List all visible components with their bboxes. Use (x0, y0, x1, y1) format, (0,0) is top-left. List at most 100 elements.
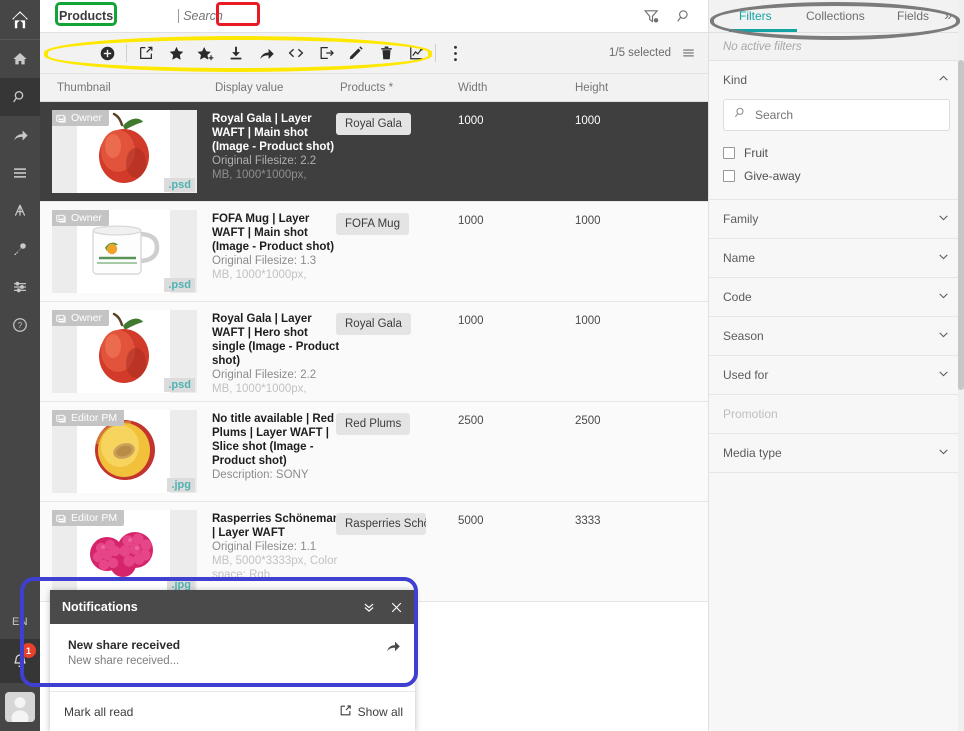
filter-option[interactable]: Fruit (723, 141, 950, 164)
column-header-display[interactable]: Display value (215, 82, 283, 94)
table-row[interactable]: Owner .psd FOFA Mug | Layer WAFT | Main … (40, 202, 708, 302)
show-all-button[interactable]: Show all (339, 704, 403, 720)
sidebar-item-search[interactable] (0, 78, 40, 116)
thumbnail-cell[interactable]: Owner .psd (52, 310, 197, 393)
more-options-button[interactable] (440, 33, 470, 74)
chevron-down-icon[interactable] (937, 211, 950, 227)
thumbnail-image: Editor PM .jpg (52, 510, 197, 593)
sidebar-item-hierarchy[interactable] (0, 192, 40, 230)
filter-group-code[interactable]: Code (709, 278, 964, 317)
user-avatar-wrapper[interactable] (0, 683, 40, 731)
panel-scrollbar-thumb[interactable] (958, 60, 964, 390)
favorite-button[interactable] (161, 33, 191, 74)
thumbnail-artwork (79, 218, 171, 285)
download-button[interactable] (221, 33, 251, 74)
chevron-down-icon[interactable] (937, 445, 950, 461)
sidebar-item-permissions[interactable] (0, 230, 40, 268)
filter-group-header[interactable]: Media type (723, 434, 950, 472)
column-header-width[interactable]: Width (458, 82, 487, 94)
notification-item[interactable]: New share received New share received... (50, 624, 415, 692)
display-value-detail: MB, 5000*3333px, Color space: Rgb (212, 555, 338, 581)
tab-filters[interactable]: Filters (739, 9, 772, 23)
sidebar-item-settings[interactable] (0, 268, 40, 306)
chevron-down-icon[interactable] (937, 289, 950, 305)
filter-group-label: Code (723, 290, 752, 304)
table-row[interactable]: Editor PM .jpg No title available | Red … (40, 402, 708, 502)
edit-button[interactable] (341, 33, 371, 74)
breadcrumb[interactable]: Products (59, 9, 113, 23)
mark-all-read-button[interactable]: Mark all read (64, 705, 339, 719)
panel-scrollbar-track[interactable] (958, 0, 964, 731)
display-value-subtitle: Description: SONY (212, 469, 309, 481)
filter-group-header[interactable]: Family (723, 200, 950, 238)
open-external-button[interactable] (131, 33, 161, 74)
thumbnail-cell[interactable]: Editor PM .jpg (52, 510, 197, 593)
tab-fields[interactable]: Fields (897, 9, 929, 23)
sidebar-item-help[interactable]: ? (0, 306, 40, 344)
filter-group-header[interactable]: Name (723, 239, 950, 277)
app-logo[interactable] (0, 0, 40, 40)
embed-code-button[interactable] (281, 33, 311, 74)
sidebar-item-home[interactable] (0, 40, 40, 78)
filter-group-promotion: Promotion (709, 395, 964, 434)
table-row[interactable]: Owner .psd Royal Gala | Layer WAFT | Her… (40, 302, 708, 402)
filter-group-header[interactable]: Used for (723, 356, 950, 394)
statistics-button[interactable] (401, 33, 431, 74)
display-value-cell: Rasperries Schöneman | Layer WAFT Origin… (212, 512, 342, 582)
column-header-height[interactable]: Height (575, 82, 608, 94)
share-button[interactable] (251, 33, 281, 74)
list-view-icon[interactable] (681, 46, 696, 60)
thumbnail-cell[interactable]: Editor PM .jpg (52, 410, 197, 493)
chevron-double-right-icon[interactable]: » (944, 7, 952, 23)
height-cell: 3333 (575, 515, 601, 527)
filter-group-header[interactable]: Season (723, 317, 950, 355)
language-indicator[interactable]: EN (0, 605, 40, 639)
filter-group-season[interactable]: Season (709, 317, 964, 356)
delete-button[interactable] (371, 33, 401, 74)
chevron-up-icon[interactable] (937, 72, 950, 88)
product-chip[interactable]: FOFA Mug (336, 213, 409, 235)
filter-group-used-for[interactable]: Used for (709, 356, 964, 395)
ownership-badge: Editor PM (52, 510, 125, 526)
filter-settings-icon[interactable] (643, 8, 660, 25)
filter-group-kind[interactable]: Kind Fruit Give-away (709, 61, 964, 200)
sidebar-item-lists[interactable] (0, 154, 40, 192)
search-input[interactable] (179, 9, 440, 23)
sidebar-item-share[interactable] (0, 116, 40, 154)
product-chip[interactable]: Royal Gala (336, 113, 411, 135)
add-button[interactable] (92, 33, 122, 74)
chevron-down-icon[interactable] (937, 250, 950, 266)
product-chip[interactable]: Royal Gala (336, 313, 411, 335)
checkbox-icon[interactable] (723, 146, 735, 159)
tab-collections[interactable]: Collections (806, 9, 865, 23)
avatar[interactable] (5, 692, 35, 722)
export-button[interactable] (311, 33, 341, 74)
thumbnail-cell[interactable]: Owner .psd (52, 110, 197, 193)
search-icon[interactable] (676, 8, 692, 24)
chevron-down-icon[interactable] (937, 367, 950, 383)
product-chip[interactable]: Red Plums (336, 413, 411, 435)
table-row[interactable]: Editor PM .jpg Rasperries Schöneman | La… (40, 502, 708, 602)
toolbar-separator (126, 44, 127, 62)
chevron-double-down-icon[interactable] (362, 600, 376, 614)
filter-group-header[interactable]: Kind (723, 61, 950, 99)
filter-search-wrapper[interactable] (723, 99, 950, 131)
checkbox-icon[interactable] (723, 169, 735, 182)
filter-group-name[interactable]: Name (709, 239, 964, 278)
filter-group-media-type[interactable]: Media type (709, 434, 964, 473)
close-icon[interactable] (390, 601, 403, 614)
thumbnail-cell[interactable]: Owner .psd (52, 210, 197, 293)
filter-search-input[interactable] (755, 108, 939, 122)
column-header-products[interactable]: Products * (340, 82, 393, 94)
display-value-title: FOFA Mug | Layer WAFT | Main shot (Image… (212, 213, 335, 253)
share-arrow-icon[interactable] (385, 638, 401, 659)
table-row[interactable]: Owner .psd Royal Gala | Layer WAFT | Mai… (40, 102, 708, 202)
filter-group-family[interactable]: Family (709, 200, 964, 239)
add-to-favorites-button[interactable] (191, 33, 221, 74)
chevron-down-icon[interactable] (937, 328, 950, 344)
product-chip[interactable]: Rasperries Schöneman (336, 513, 426, 535)
notifications-bell-button[interactable]: 1 (0, 639, 40, 683)
column-header-thumbnail[interactable]: Thumbnail (57, 82, 111, 94)
filter-group-header[interactable]: Code (723, 278, 950, 316)
filter-option[interactable]: Give-away (723, 164, 950, 187)
